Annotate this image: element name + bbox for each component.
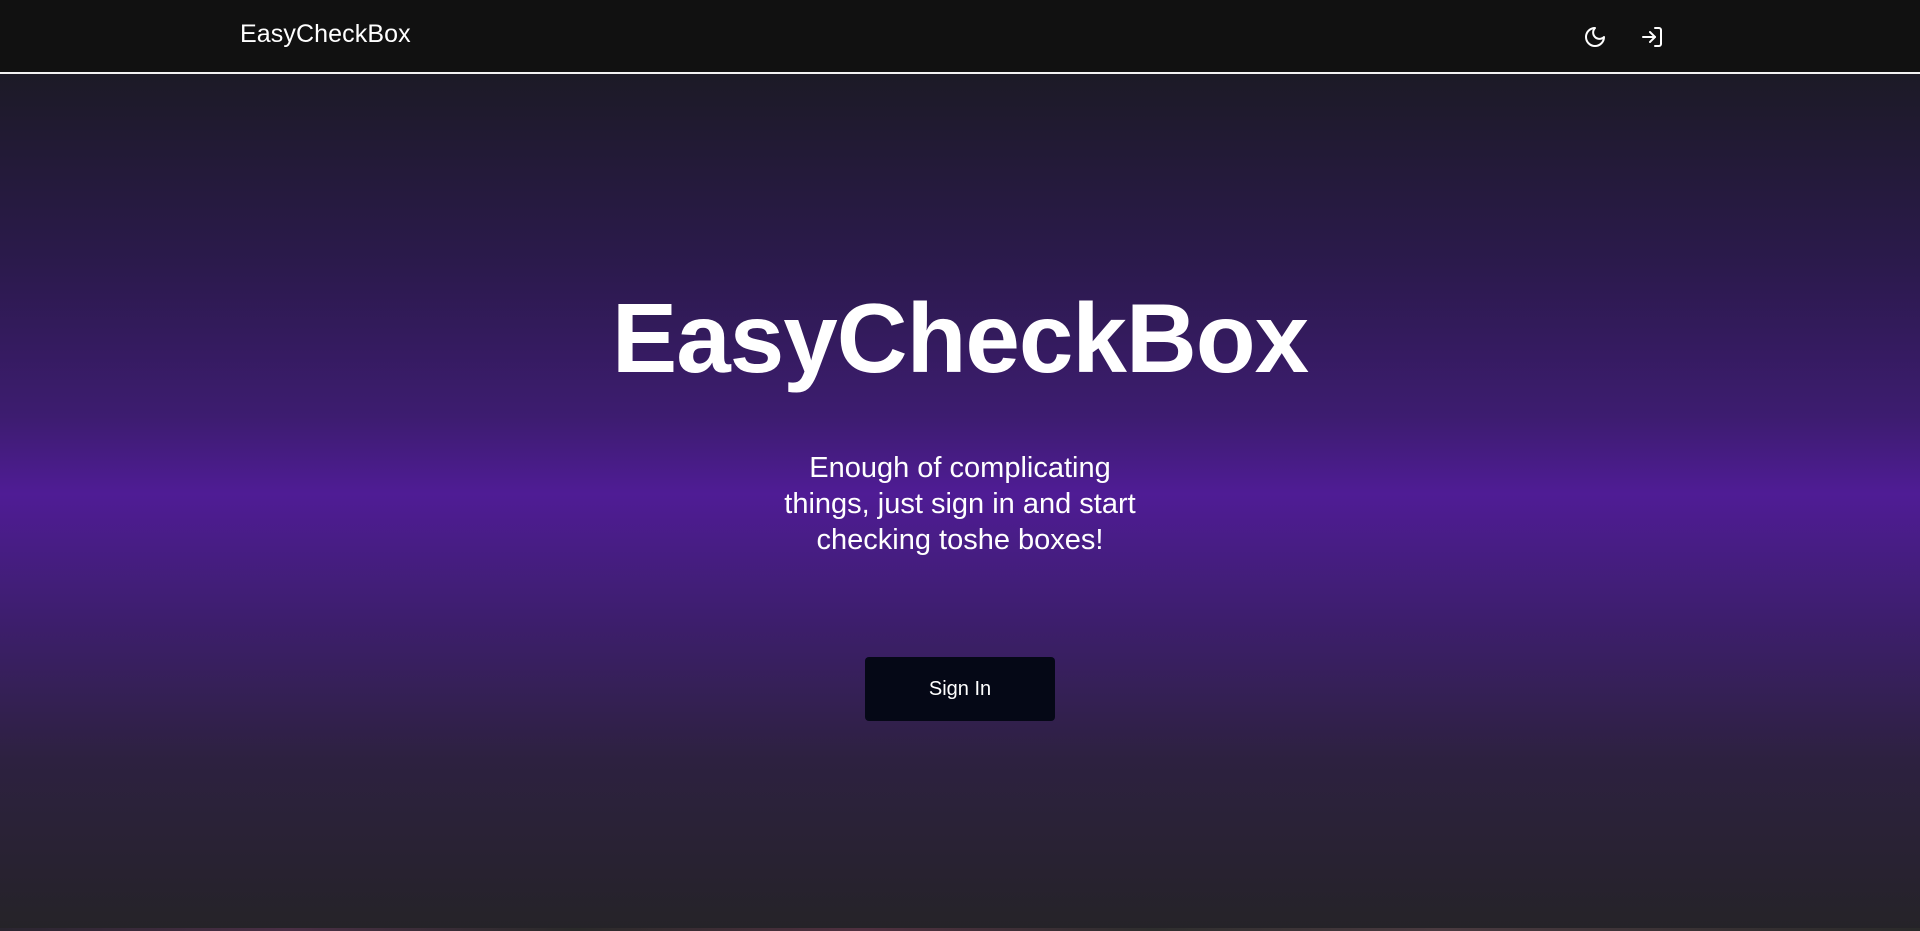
hero-subtitle: Enough of complicating things, just sign… <box>784 452 1136 556</box>
login-button[interactable] <box>1637 22 1667 52</box>
top-navbar: EasyCheckBox <box>0 0 1920 74</box>
theme-toggle-button[interactable] <box>1580 22 1610 52</box>
sign-in-button[interactable]: Sign In <box>865 657 1055 721</box>
brand-logo-text[interactable]: EasyCheckBox <box>240 20 411 49</box>
hero-title: EasyCheckBox <box>611 283 1309 393</box>
log-in-icon <box>1642 27 1662 47</box>
moon-icon <box>1585 27 1605 47</box>
